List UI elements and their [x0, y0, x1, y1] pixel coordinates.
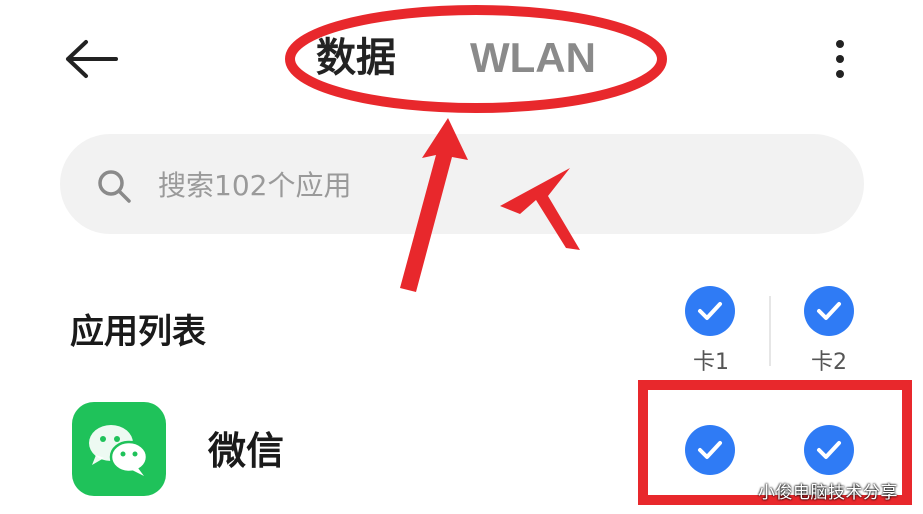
wechat-sim2-checkbox[interactable] [804, 425, 854, 475]
more-vertical-icon [836, 40, 844, 48]
check-icon [817, 441, 841, 459]
wechat-bubbles-icon [89, 425, 149, 476]
sim2-select-all-checkbox[interactable] [804, 286, 854, 336]
wechat-sim1-checkbox[interactable] [685, 425, 735, 475]
sim1-select-all-checkbox[interactable] [685, 286, 735, 336]
app-name: 微信 [208, 429, 285, 473]
tab-data[interactable]: 数据 [316, 30, 396, 86]
more-options-button[interactable] [815, 34, 865, 84]
back-button[interactable] [62, 34, 122, 84]
watermark: 小俊电脑技术分享 [758, 483, 898, 503]
check-icon [698, 441, 722, 459]
more-dot [836, 70, 844, 78]
search-icon [98, 170, 131, 203]
check-icon [817, 302, 841, 320]
check-icon [698, 302, 722, 320]
wechat-icon [72, 402, 166, 496]
sim2-label: 卡2 [811, 350, 847, 375]
sim1-label: 卡1 [693, 350, 729, 375]
search-input[interactable] [158, 160, 758, 210]
arrow-left-icon [66, 40, 118, 78]
tab-wlan[interactable]: WLAN [470, 30, 596, 86]
column-divider [769, 296, 771, 366]
section-title: 应用列表 [70, 312, 206, 352]
more-dot [836, 55, 844, 63]
